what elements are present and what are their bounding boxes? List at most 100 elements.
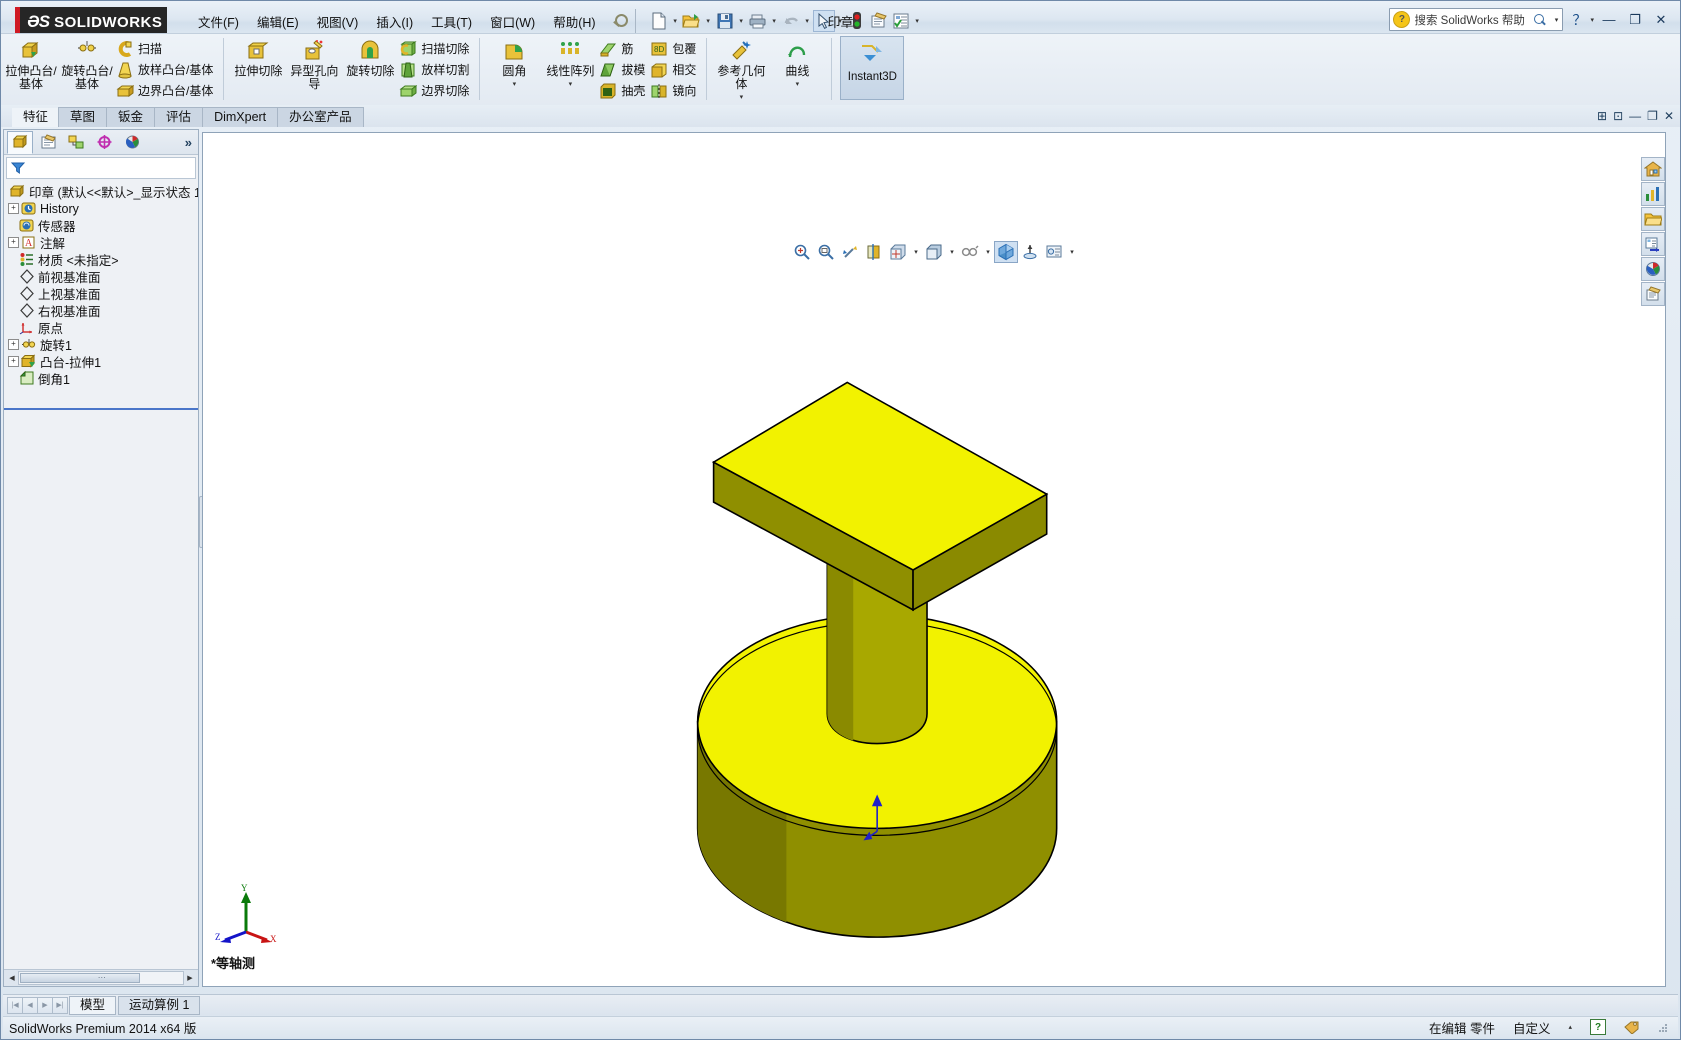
- restore-doc-icon[interactable]: ⊞: [1597, 109, 1607, 123]
- fillet-button[interactable]: 圆角 ▾: [486, 36, 542, 88]
- expand-annotations-icon[interactable]: +: [8, 237, 19, 248]
- menu-view[interactable]: 视图(V): [308, 8, 368, 35]
- tree-sensors[interactable]: 传感器: [4, 217, 198, 234]
- tab-sketch[interactable]: 草图: [58, 107, 108, 127]
- tree-annotations[interactable]: + A 注解: [4, 234, 198, 251]
- display-style-caret[interactable]: ▾: [946, 241, 958, 263]
- linear-pattern-button[interactable]: 线性阵列 ▾: [542, 36, 598, 88]
- tab-feature-manager-tree[interactable]: [7, 130, 33, 154]
- draft-button[interactable]: 拔模: [598, 59, 649, 80]
- search-dropdown-caret[interactable]: ▾: [1550, 16, 1562, 24]
- close-doc-button[interactable]: ✕: [1664, 109, 1674, 123]
- menu-edit[interactable]: 编辑(E): [248, 8, 308, 35]
- horizontal-scrollbar[interactable]: ⋯: [18, 971, 184, 985]
- expand-history-icon[interactable]: +: [8, 203, 19, 214]
- feature-tree-filter-input[interactable]: [6, 157, 196, 179]
- restore-button[interactable]: ❐: [1624, 11, 1646, 29]
- tree-chamfer1[interactable]: 倒角1: [4, 370, 198, 387]
- menu-tools[interactable]: 工具(T): [422, 8, 481, 35]
- save-caret[interactable]: ▾: [736, 10, 747, 32]
- tab-configuration-manager[interactable]: [63, 131, 89, 154]
- select-arrow-caret[interactable]: ▾: [835, 10, 846, 32]
- rebuild-traffic-light-icon[interactable]: [846, 10, 868, 32]
- tree-origin[interactable]: 原点: [4, 319, 198, 336]
- zoom-to-area-icon[interactable]: [814, 241, 838, 263]
- menu-insert[interactable]: 插入(I): [367, 8, 422, 35]
- tag-icon[interactable]: [1624, 1020, 1640, 1035]
- properties-caret[interactable]: ▾: [912, 10, 923, 32]
- help-icon[interactable]: ？: [1572, 10, 1586, 30]
- lofted-cut-button[interactable]: 放样切割: [398, 59, 473, 80]
- boundary-boss-base-button[interactable]: 边界凸台/基体: [115, 80, 217, 101]
- swept-boss-base-button[interactable]: 扫描: [115, 38, 217, 59]
- tree-material[interactable]: 材质 <未指定>: [4, 251, 198, 268]
- menu-file[interactable]: 文件(F): [189, 8, 248, 35]
- help-caret[interactable]: ▾: [1590, 16, 1594, 24]
- revolved-cut-button[interactable]: 旋转切除: [342, 36, 398, 78]
- select-arrow-icon[interactable]: [812, 10, 835, 32]
- tab-dimxpert[interactable]: DimXpert: [202, 107, 279, 127]
- expand-revolve1-icon[interactable]: +: [8, 339, 19, 350]
- save-icon[interactable]: [714, 10, 736, 32]
- section-view-icon[interactable]: [862, 241, 886, 263]
- scroll-left-arrow[interactable]: ◀: [6, 972, 18, 984]
- new-document-caret[interactable]: ▾: [670, 10, 681, 32]
- first-tab-arrow[interactable]: |◀: [7, 996, 23, 1014]
- tree-root-part[interactable]: 印章 (默认<<默认>_显示状态 1: [4, 183, 198, 200]
- tab-office-products[interactable]: 办公室产品: [277, 107, 364, 127]
- tab-evaluate[interactable]: 评估: [154, 107, 204, 127]
- boundary-cut-button[interactable]: 边界切除: [398, 80, 473, 101]
- print-icon[interactable]: [747, 10, 769, 32]
- hide-show-items-caret[interactable]: ▾: [982, 241, 994, 263]
- resize-grip[interactable]: [1658, 1022, 1668, 1032]
- maximize-doc-button[interactable]: ❐: [1647, 109, 1658, 123]
- intersect-button[interactable]: 相交: [649, 59, 700, 80]
- reference-geometry-button[interactable]: 参考几何体 ▾: [713, 36, 769, 101]
- tab-property-manager[interactable]: [35, 131, 61, 154]
- scroll-right-arrow[interactable]: ▶: [184, 972, 196, 984]
- feature-tree-rollback-bar[interactable]: [4, 408, 198, 410]
- tree-boss-extrude1[interactable]: + 凸台-拉伸1: [4, 353, 198, 370]
- properties-icon[interactable]: [890, 10, 912, 32]
- previous-view-icon[interactable]: [838, 241, 862, 263]
- hole-wizard-button[interactable]: 异型孔向导: [286, 36, 342, 91]
- tab-dimxpert-manager[interactable]: [91, 131, 117, 154]
- close-button[interactable]: ✕: [1650, 11, 1672, 29]
- menu-help[interactable]: 帮助(H): [544, 8, 604, 35]
- open-folder-icon[interactable]: [681, 10, 703, 32]
- wrap-button[interactable]: 8D 包覆: [649, 38, 700, 59]
- expand-boss-extrude1-icon[interactable]: +: [8, 356, 19, 367]
- magnifier-icon[interactable]: [1532, 12, 1548, 28]
- shell-button[interactable]: 抽壳: [598, 80, 649, 101]
- print-caret[interactable]: ▾: [769, 10, 780, 32]
- lofted-boss-base-button[interactable]: 放样凸台/基体: [115, 59, 217, 80]
- status-help-badge[interactable]: ?: [1590, 1019, 1606, 1035]
- tab-sheetmetal[interactable]: 钣金: [106, 107, 156, 127]
- reference-geometry-caret[interactable]: ▾: [713, 93, 769, 101]
- open-folder-caret[interactable]: ▾: [703, 10, 714, 32]
- display-pane-icon[interactable]: [1042, 241, 1066, 263]
- tab-features[interactable]: 特征: [12, 108, 60, 127]
- last-tab-arrow[interactable]: ▶|: [52, 996, 68, 1014]
- display-pane-caret[interactable]: ▾: [1066, 241, 1078, 263]
- custom-properties-icon[interactable]: [1641, 282, 1665, 306]
- tree-history[interactable]: + History: [4, 200, 198, 217]
- tab-display-manager[interactable]: [119, 131, 145, 154]
- file-explorer-icon[interactable]: [1641, 232, 1665, 256]
- hide-show-items-icon[interactable]: [958, 241, 982, 263]
- tab-motion-study-1[interactable]: 运动算例 1: [118, 995, 201, 1015]
- scrollbar-thumb[interactable]: [20, 973, 141, 983]
- instant3d-button[interactable]: Instant3D: [840, 36, 905, 100]
- tile-doc-icon[interactable]: ⊡: [1613, 109, 1623, 123]
- search-help-box[interactable]: ? 搜索 SolidWorks 帮助 ▾: [1389, 8, 1564, 31]
- status-custom-caret[interactable]: ▴: [1568, 1023, 1572, 1031]
- view-settings-icon[interactable]: [1018, 241, 1042, 263]
- undo-caret[interactable]: ▾: [802, 10, 813, 32]
- mirror-button[interactable]: 镜向: [649, 80, 700, 101]
- feature-manager-more-tabs[interactable]: »: [185, 135, 192, 150]
- appearances-scenes-icon[interactable]: [1641, 257, 1665, 281]
- pin-icon[interactable]: [611, 12, 629, 30]
- extruded-cut-button[interactable]: 拉伸切除: [230, 36, 286, 78]
- apply-scene-icon[interactable]: [994, 241, 1018, 263]
- search-input[interactable]: 搜索 SolidWorks 帮助: [1414, 12, 1532, 28]
